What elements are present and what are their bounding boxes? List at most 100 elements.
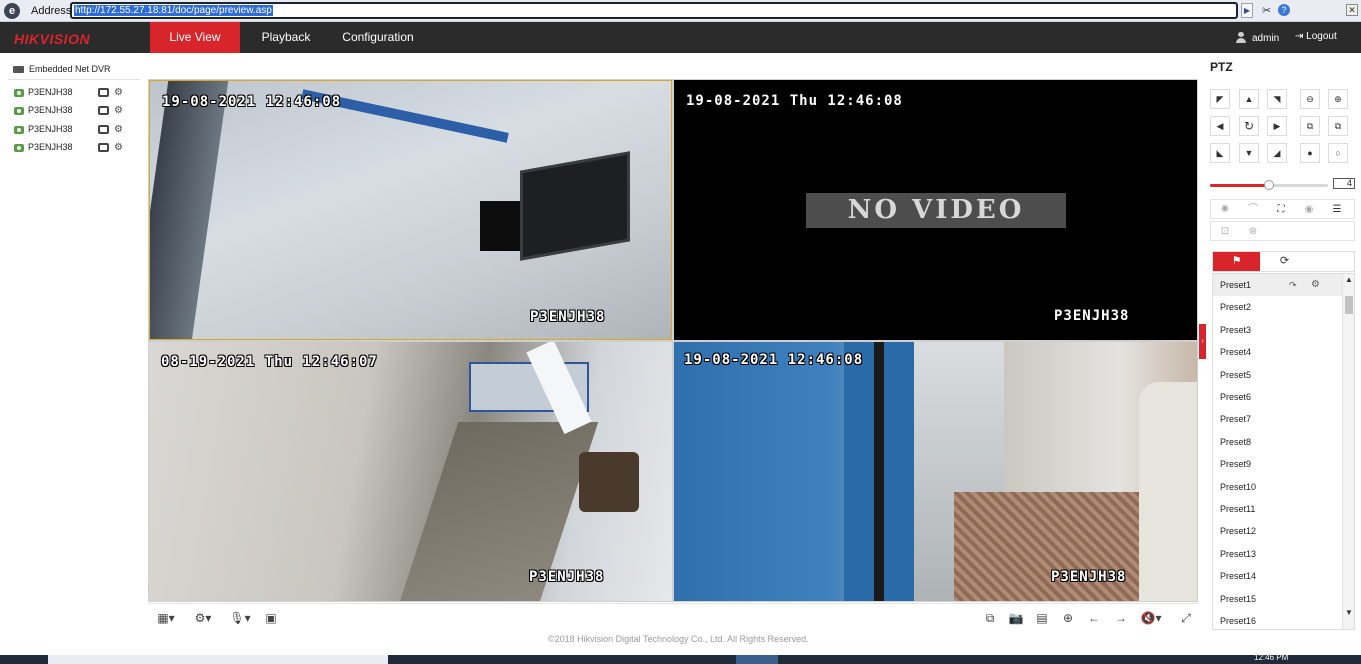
- camera-label: P3ENJH38: [28, 87, 73, 97]
- zoom-out-icon[interactable]: ⊖: [1300, 89, 1320, 109]
- preset-item[interactable]: Preset12: [1213, 520, 1343, 542]
- lens-init-icon[interactable]: ◉: [1299, 202, 1319, 218]
- help-icon[interactable]: ?: [1278, 4, 1290, 16]
- preset-item[interactable]: Preset16: [1213, 610, 1343, 629]
- previous-page-icon[interactable]: ←: [1086, 610, 1102, 626]
- taskbar-app[interactable]: [736, 655, 778, 664]
- preset-item[interactable]: Preset3: [1213, 319, 1343, 341]
- ie-icon[interactable]: e: [4, 3, 20, 19]
- volume-icon[interactable]: 🔇▾: [1138, 610, 1164, 626]
- video-pane-4[interactable]: 19-08-2021 12:46:08 P3ENJH38: [674, 342, 1197, 601]
- call-preset-icon[interactable]: ↷: [1289, 274, 1297, 296]
- preset-item[interactable]: Preset4: [1213, 341, 1343, 363]
- record-icon[interactable]: [98, 88, 109, 97]
- light-icon[interactable]: ✺: [1215, 202, 1235, 218]
- ptz-up-button[interactable]: ▲: [1239, 89, 1259, 109]
- ptz-speed-slider[interactable]: [1210, 180, 1328, 190]
- set-preset-gear-icon[interactable]: ⚙: [1311, 274, 1320, 296]
- preset-item[interactable]: Preset7: [1213, 408, 1343, 430]
- preset-item[interactable]: Preset9: [1213, 453, 1343, 475]
- video-pane-3[interactable]: 08-19-2021 Thu 12:46:07 P3ENJH38: [149, 342, 672, 601]
- user-menu[interactable]: admin: [1236, 31, 1279, 44]
- manual-tracking-icon[interactable]: ⊡: [1215, 224, 1235, 240]
- preset-label: Preset4: [1220, 347, 1252, 358]
- slider-knob[interactable]: [1264, 180, 1274, 190]
- go-arrow-icon[interactable]: ▶: [1241, 3, 1253, 18]
- tab-pattern[interactable]: [1309, 252, 1356, 271]
- focus-far-icon[interactable]: ⧉: [1328, 116, 1348, 136]
- ptz-down-left-button[interactable]: ◣: [1210, 143, 1230, 163]
- iris-open-icon[interactable]: ●: [1300, 143, 1320, 163]
- ptz-speed-value[interactable]: 4: [1333, 178, 1355, 189]
- address-input[interactable]: http://172.55.27.18:81/doc/page/preview.…: [70, 2, 1238, 19]
- ptz-dropdown-icon[interactable]: ⚙▾: [190, 610, 216, 626]
- close-icon[interactable]: ✕: [1346, 4, 1358, 16]
- ptz-up-right-button[interactable]: ◥: [1267, 89, 1287, 109]
- preset-item[interactable]: Preset14: [1213, 565, 1343, 587]
- record-icon[interactable]: [98, 106, 109, 115]
- ptz-down-button[interactable]: ▼: [1239, 143, 1259, 163]
- ptz-control-icon[interactable]: ⚙: [114, 105, 126, 117]
- ptz-down-right-button[interactable]: ◢: [1267, 143, 1287, 163]
- preset-item[interactable]: Preset15: [1213, 588, 1343, 610]
- tab-patrol-refresh-icon[interactable]: ⟳: [1261, 252, 1308, 271]
- wiper-icon[interactable]: ⌒: [1243, 202, 1263, 218]
- record-icon[interactable]: [98, 125, 109, 134]
- preset-scrollbar[interactable]: ▲ ▼: [1342, 274, 1354, 629]
- preset-item[interactable]: Preset13: [1213, 543, 1343, 565]
- ptz-auto-button[interactable]: ↻: [1239, 116, 1259, 136]
- ptz-control-icon[interactable]: ⚙: [114, 142, 126, 154]
- fullscreen-preview-icon[interactable]: ▣: [263, 610, 279, 626]
- scroll-up-icon[interactable]: ▲: [1343, 274, 1354, 286]
- video-pane-1[interactable]: 19-08-2021 12:46:08 P3ENJH38: [149, 80, 672, 340]
- tab-presets-flag-icon[interactable]: ⚑: [1213, 252, 1260, 271]
- tab-configuration[interactable]: Configuration: [333, 22, 423, 53]
- zoom-in-icon[interactable]: ⊕: [1328, 89, 1348, 109]
- focus-near-icon[interactable]: ⧉: [1300, 116, 1320, 136]
- ptz-right-button[interactable]: ▶: [1267, 116, 1287, 136]
- scroll-down-icon[interactable]: ▼: [1343, 607, 1354, 619]
- video-pane-2[interactable]: 19-08-2021 Thu 12:46:08 NO VIDEO P3ENJH3…: [674, 80, 1197, 340]
- tab-live-view[interactable]: Live View: [150, 22, 240, 53]
- ptz-up-left-button[interactable]: ◤: [1210, 89, 1230, 109]
- preset-item[interactable]: Preset6: [1213, 386, 1343, 408]
- preset-item[interactable]: Preset10: [1213, 476, 1343, 498]
- camera-item[interactable]: P3ENJH38 ⚙: [14, 105, 134, 119]
- next-page-icon[interactable]: →: [1113, 610, 1129, 626]
- 3d-zoom-icon[interactable]: ⊛: [1243, 224, 1263, 240]
- focus-assist-icon[interactable]: ⛶: [1271, 202, 1291, 218]
- microphone-icon[interactable]: 🎙▾: [227, 610, 253, 626]
- logout-button[interactable]: ⇥ Logout: [1295, 31, 1337, 42]
- capture-icon[interactable]: 📷: [1008, 610, 1024, 626]
- camera-item[interactable]: P3ENJH38 ⚙: [14, 142, 134, 156]
- ptz-control-icon[interactable]: ⚙: [114, 124, 126, 136]
- username: admin: [1252, 33, 1280, 44]
- fullscreen-icon[interactable]: ⤢: [1178, 610, 1194, 626]
- scene-door-frame: [874, 342, 884, 601]
- iris-close-icon[interactable]: ○: [1328, 143, 1348, 163]
- tab-playback[interactable]: Playback: [252, 22, 320, 53]
- stop-all-preview-icon[interactable]: ⧉: [982, 610, 998, 626]
- collapse-panel-handle[interactable]: ›: [1199, 324, 1206, 359]
- tree-root-dvr[interactable]: Embedded Net DVR: [13, 64, 111, 74]
- preset-item[interactable]: Preset2: [1213, 296, 1343, 318]
- taskbar-window[interactable]: [48, 655, 388, 664]
- scroll-thumb[interactable]: [1345, 296, 1353, 314]
- preset-item[interactable]: Preset1 ↷ ⚙: [1213, 274, 1343, 296]
- menu-icon[interactable]: ☰: [1327, 202, 1347, 218]
- zoom-icon[interactable]: ⊕: [1060, 610, 1076, 626]
- window-layout-icon[interactable]: ▦▾: [153, 610, 179, 626]
- record-all-icon[interactable]: ▤: [1034, 610, 1050, 626]
- live-toolbar: ▦▾ ⚙▾ 🎙▾ ▣ ⧉ 📷 ▤ ⊕ ← → 🔇▾ ⤢: [148, 603, 1198, 631]
- preset-item[interactable]: Preset8: [1213, 431, 1343, 453]
- address-url: http://172.55.27.18:81/doc/page/preview.…: [74, 5, 273, 16]
- ptz-left-button[interactable]: ◀: [1210, 116, 1230, 136]
- preset-item[interactable]: Preset11: [1213, 498, 1343, 520]
- camera-item[interactable]: P3ENJH38 ⚙: [14, 87, 134, 101]
- preset-item[interactable]: Preset5: [1213, 364, 1343, 386]
- camera-item[interactable]: P3ENJH38 ⚙: [14, 124, 134, 138]
- ptz-control-icon[interactable]: ⚙: [114, 87, 126, 99]
- preset-list: Preset16 Preset15 Preset14 Preset13 Preset12…: [1212, 273, 1355, 630]
- tools-icon[interactable]: ✂: [1262, 4, 1271, 17]
- record-icon[interactable]: [98, 143, 109, 152]
